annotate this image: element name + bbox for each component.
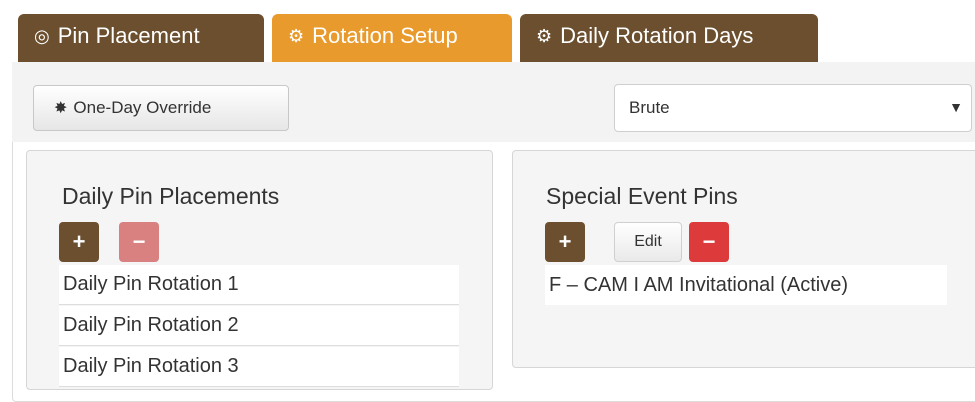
- list-item-label: Daily Pin Rotation 2: [63, 314, 239, 336]
- edit-special-pin-button[interactable]: Edit: [614, 222, 682, 262]
- select-value: Brute: [629, 98, 670, 117]
- list-item[interactable]: Daily Pin Rotation 2: [59, 306, 459, 346]
- target-icon: ◎: [34, 26, 50, 46]
- daily-pin-placements-panel: Daily Pin Placements + − Daily Pin Rotat…: [26, 150, 493, 390]
- caret-down-icon: ▼: [949, 99, 963, 115]
- add-special-pin-button[interactable]: +: [545, 222, 585, 262]
- tab-label: Pin Placement: [57, 23, 200, 48]
- list-item-label: F – CAM I AM Invitational (Active): [549, 273, 848, 296]
- tab-label: Rotation Setup: [312, 23, 458, 48]
- remove-special-pin-button[interactable]: −: [689, 222, 729, 262]
- burst-icon: ✸: [54, 100, 68, 117]
- list-item[interactable]: F – CAM I AM Invitational (Active): [545, 265, 947, 305]
- list-item[interactable]: Daily Pin Rotation 1: [59, 265, 459, 305]
- gears-icon: ⚙: [536, 26, 553, 46]
- tab-daily-rotation-days[interactable]: ⚙ Daily Rotation Days: [520, 14, 818, 62]
- tab-pin-placement[interactable]: ◎ Pin Placement: [18, 14, 264, 62]
- panel-title: Special Event Pins: [546, 183, 738, 209]
- add-daily-placement-button[interactable]: +: [59, 222, 99, 262]
- list-item[interactable]: Daily Pin Rotation 3: [59, 347, 459, 387]
- one-day-override-button[interactable]: ✸ One-Day Override: [33, 85, 289, 131]
- minus-icon: −: [132, 229, 146, 254]
- plus-icon: +: [558, 229, 572, 254]
- plus-icon: +: [72, 229, 86, 254]
- tab-bar: ◎ Pin Placement ⚙ Rotation Setup ⚙ Daily…: [0, 0, 975, 62]
- gears-icon: ⚙: [288, 26, 305, 46]
- remove-daily-placement-button[interactable]: −: [119, 222, 159, 262]
- button-label: One-Day Override: [73, 98, 212, 117]
- course-select[interactable]: Brute ▼: [614, 84, 972, 132]
- tab-label: Daily Rotation Days: [560, 23, 754, 48]
- list-item-label: Daily Pin Rotation 1: [63, 273, 239, 295]
- special-event-pins-panel: Special Event Pins + Edit − F – CAM I AM…: [512, 150, 975, 368]
- tab-rotation-setup[interactable]: ⚙ Rotation Setup: [272, 14, 512, 62]
- button-label: Edit: [634, 233, 662, 250]
- panel-title: Daily Pin Placements: [62, 183, 280, 209]
- minus-icon: −: [702, 229, 716, 254]
- list-item-label: Daily Pin Rotation 3: [63, 355, 239, 377]
